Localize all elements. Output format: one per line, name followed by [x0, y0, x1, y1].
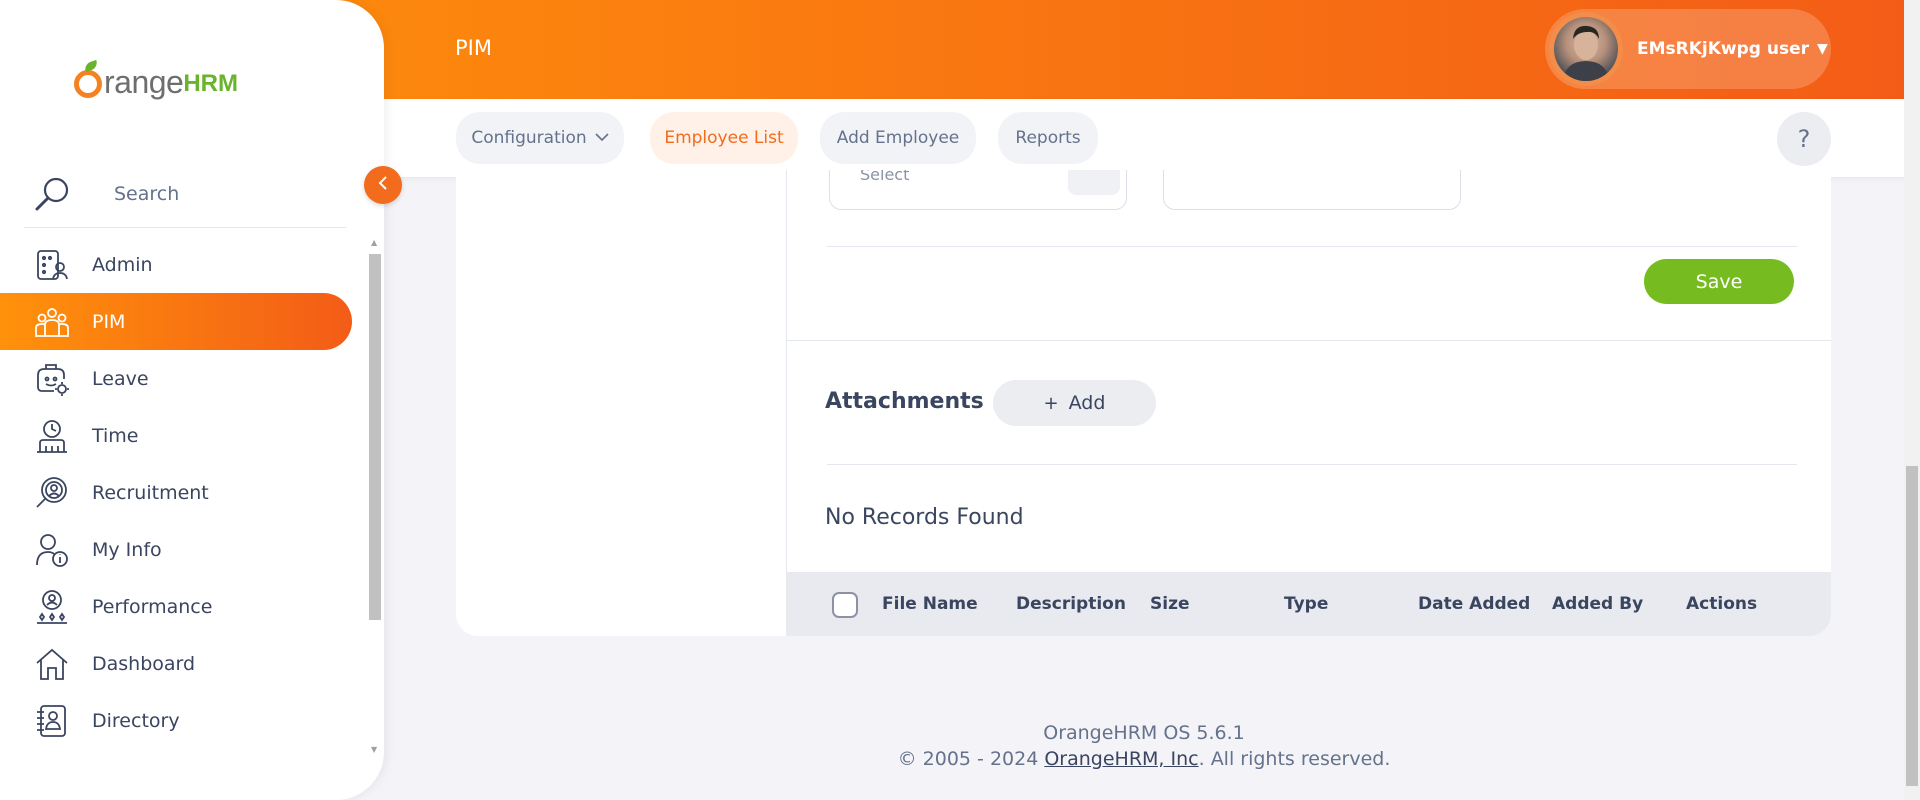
tab-label: Reports: [1015, 128, 1081, 148]
sidebar-item-performance[interactable]: Performance: [0, 578, 352, 635]
copyright-prefix: © 2005 - 2024: [897, 748, 1045, 770]
text-field[interactable]: [1163, 170, 1461, 210]
leave-icon: [34, 361, 70, 397]
sidebar-item-label: Leave: [92, 367, 149, 390]
select-placeholder: Select: [860, 170, 910, 184]
select-all-checkbox[interactable]: [832, 592, 858, 618]
plus-icon: +: [1043, 392, 1059, 414]
footer: OrangeHRM OS 5.6.1 © 2005 - 2024 OrangeH…: [384, 720, 1904, 772]
employee-details-card: Select Save Attachments + Add No Records…: [456, 170, 1831, 636]
dropdown-arrow: [1068, 170, 1120, 195]
user-name: EMsRKjKwpg user: [1637, 39, 1810, 59]
tab-label: Configuration: [471, 128, 587, 148]
tab-add-employee[interactable]: Add Employee: [820, 112, 976, 164]
column-header-actions: Actions: [1686, 594, 1758, 614]
user-avatar: [1549, 12, 1623, 86]
sidebar-item-label: Time: [92, 424, 139, 447]
sidebar-item-label: PIM: [92, 310, 126, 333]
sidebar-item-time[interactable]: Time: [0, 407, 352, 464]
sidebar-item-label: My Info: [92, 538, 162, 561]
caret-down-icon: ▼: [1817, 41, 1828, 57]
logo-suffix: HRM: [183, 70, 238, 97]
sidebar-item-label: Dashboard: [92, 652, 196, 675]
recruitment-icon: [34, 475, 70, 511]
add-attachment-button[interactable]: + Add: [993, 380, 1156, 426]
page-scrollbar-thumb[interactable]: [1906, 466, 1918, 786]
column-header-date-added[interactable]: Date Added: [1418, 594, 1530, 614]
orange-logo-icon: [74, 59, 104, 98]
version-text: OrangeHRM OS 5.6.1: [1043, 722, 1245, 744]
sidebar-scrollbar[interactable]: ▲ ▼: [368, 236, 382, 756]
divider: [827, 246, 1797, 247]
sidebar-item-leave[interactable]: Leave: [0, 350, 352, 407]
column-header-file-name[interactable]: File Name: [882, 594, 978, 614]
sidebar-item-admin[interactable]: Admin: [0, 236, 352, 293]
sidebar-item-label: Performance: [92, 595, 213, 618]
module-title: PIM: [455, 36, 492, 60]
sidebar-search[interactable]: Search: [24, 160, 346, 228]
sidebar-menu: Admin PIM Leave Time Recruitment My Info…: [0, 236, 352, 749]
collapse-sidebar-button[interactable]: [364, 166, 402, 204]
no-records-text: No Records Found: [825, 505, 1024, 530]
sidebar: range HRM Search Admin PIM Leave Time Re…: [0, 0, 384, 800]
sidebar-item-dashboard[interactable]: Dashboard: [0, 635, 352, 692]
dashboard-icon: [34, 646, 70, 682]
time-icon: [34, 418, 70, 454]
column-header-added-by[interactable]: Added By: [1552, 594, 1643, 614]
sidebar-item-recruitment[interactable]: Recruitment: [0, 464, 352, 521]
chevron-down-icon: [595, 130, 609, 146]
sidebar-scrollbar-thumb[interactable]: [369, 254, 381, 620]
section-divider: [786, 340, 1831, 341]
sidebar-item-directory[interactable]: Directory: [0, 692, 352, 749]
help-button[interactable]: ?: [1777, 112, 1831, 166]
tab-configuration[interactable]: Configuration: [456, 112, 624, 164]
company-link[interactable]: OrangeHRM, Inc: [1044, 748, 1198, 770]
performance-icon: [34, 589, 70, 625]
attachments-table-header: File Name Description Size Type Date Add…: [786, 572, 1831, 636]
attachments-title: Attachments: [825, 389, 984, 414]
select-dropdown[interactable]: Select: [829, 170, 1127, 210]
column-header-description[interactable]: Description: [1016, 594, 1126, 614]
help-icon: ?: [1797, 125, 1811, 153]
scroll-down-icon[interactable]: ▼: [371, 745, 377, 754]
sidebar-item-label: Recruitment: [92, 481, 209, 504]
sidebar-item-label: Admin: [92, 253, 153, 276]
scroll-up-icon[interactable]: ▲: [371, 238, 377, 247]
page-scrollbar[interactable]: [1904, 0, 1920, 800]
logo-text: range: [104, 64, 184, 100]
search-icon: [32, 173, 74, 215]
sub-navigation: Configuration Employee List Add Employee…: [384, 99, 1920, 177]
add-label: Add: [1068, 392, 1106, 414]
orangehrm-logo[interactable]: range HRM: [74, 48, 238, 98]
copyright-suffix: . All rights reserved.: [1198, 748, 1391, 770]
sidebar-item-pim[interactable]: PIM: [0, 293, 352, 350]
tab-label: Employee List: [664, 128, 784, 148]
directory-icon: [34, 703, 70, 739]
my-info-icon: [34, 532, 70, 568]
save-button[interactable]: Save: [1644, 259, 1794, 304]
sidebar-item-label: Directory: [92, 709, 180, 732]
tab-employee-list[interactable]: Employee List: [650, 112, 798, 164]
tab-label: Add Employee: [836, 128, 960, 148]
column-header-type[interactable]: Type: [1284, 594, 1328, 614]
pim-icon: [34, 304, 70, 340]
sidebar-item-my-info[interactable]: My Info: [0, 521, 352, 578]
copyright-text: © 2005 - 2024 OrangeHRM, Inc. All rights…: [384, 746, 1904, 772]
user-menu-button[interactable]: EMsRKjKwpg user ▼: [1545, 9, 1831, 89]
search-label: Search: [114, 182, 180, 205]
column-header-size[interactable]: Size: [1150, 594, 1190, 614]
chevron-left-icon: [377, 175, 389, 195]
tab-reports[interactable]: Reports: [998, 112, 1098, 164]
divider: [827, 464, 1797, 465]
admin-icon: [34, 247, 70, 283]
